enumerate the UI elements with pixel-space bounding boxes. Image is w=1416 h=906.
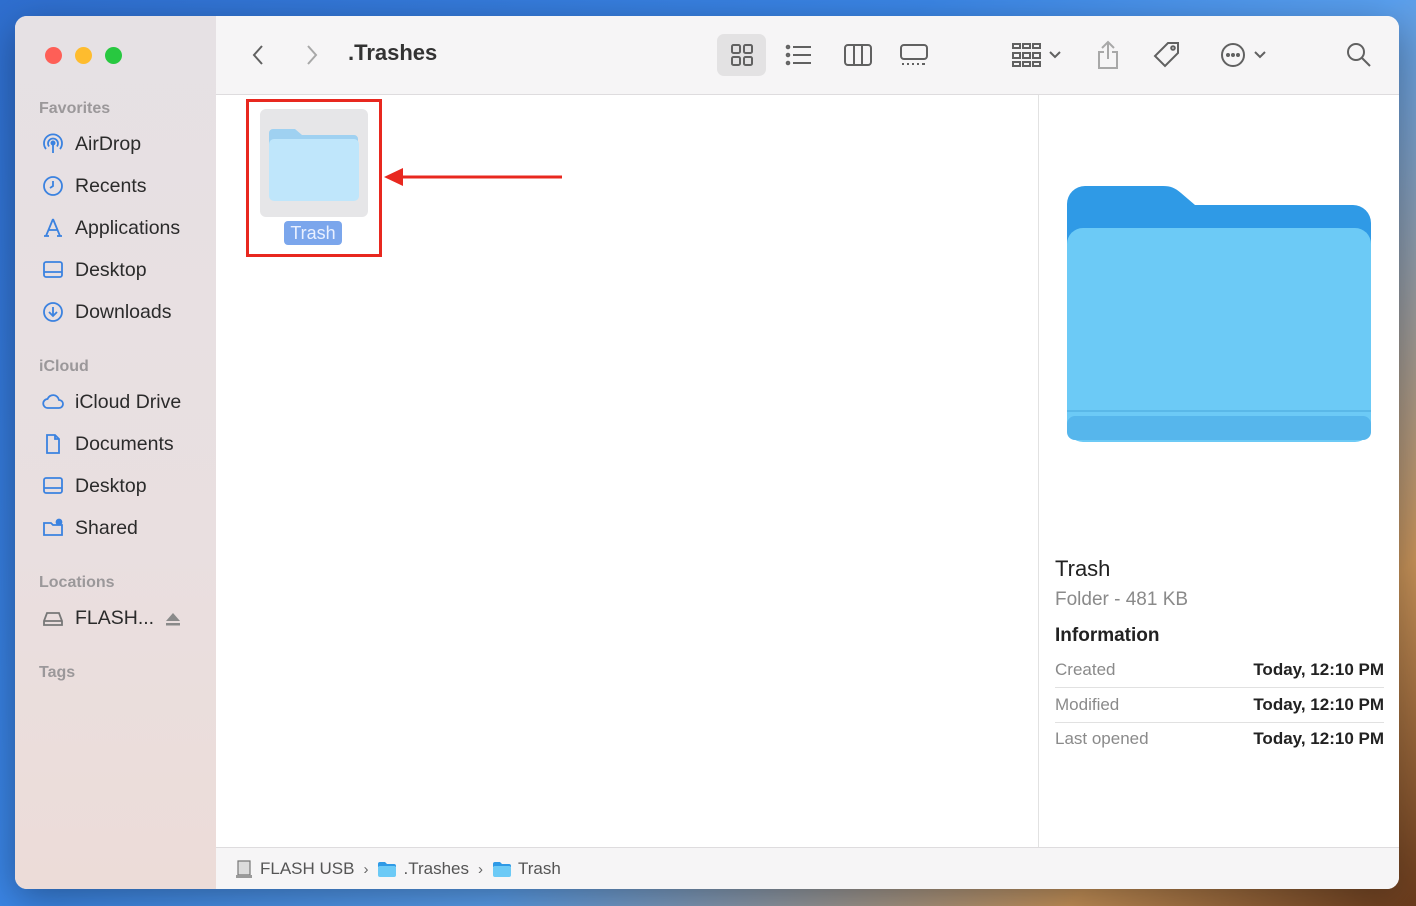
toolbar: .Trashes bbox=[216, 16, 1399, 95]
folder-preview-icon bbox=[1067, 186, 1371, 442]
grid-icon bbox=[730, 44, 753, 66]
locations-heading: Locations bbox=[39, 574, 115, 591]
desktop-icon bbox=[39, 258, 67, 282]
path-segment-flash-usb[interactable]: FLASH USB bbox=[234, 859, 354, 879]
clock-icon bbox=[39, 174, 67, 198]
preview-pane: Trash Folder - 481 KB Information Create… bbox=[1038, 95, 1399, 847]
gallery-view-button[interactable] bbox=[891, 34, 937, 76]
folder-icon bbox=[378, 862, 397, 877]
gallery-icon bbox=[900, 44, 928, 65]
desktop-icon bbox=[39, 474, 67, 498]
chevron-right-icon: › bbox=[478, 860, 483, 878]
arrow-left-icon bbox=[384, 168, 562, 186]
zoom-button[interactable] bbox=[105, 47, 122, 64]
sidebar-item-label: iCloud Drive bbox=[75, 390, 182, 413]
sidebar-item-flash-drive[interactable]: FLASH... bbox=[39, 601, 209, 635]
info-key: Created bbox=[1055, 660, 1116, 679]
sidebar: Favorites AirDrop Recents Applications D… bbox=[15, 16, 217, 889]
sidebar-item-label: Shared bbox=[75, 516, 138, 539]
information-heading: Information bbox=[1055, 625, 1160, 646]
info-row-last-opened: Last opened Today, 12:10 PM bbox=[1055, 722, 1384, 756]
sidebar-item-recents[interactable]: Recents bbox=[39, 169, 209, 203]
group-icon bbox=[1012, 43, 1041, 67]
chevron-right-icon: › bbox=[363, 860, 369, 878]
highlight-box bbox=[246, 99, 382, 257]
columns-icon bbox=[844, 44, 872, 66]
cloud-icon bbox=[39, 390, 67, 414]
download-icon bbox=[39, 300, 67, 324]
column-view-button[interactable] bbox=[835, 34, 881, 76]
list-view-button[interactable] bbox=[776, 34, 822, 76]
info-value: Today, 12:10 PM bbox=[1253, 660, 1384, 679]
minimize-button[interactable] bbox=[75, 47, 92, 64]
sidebar-item-label: Desktop bbox=[75, 474, 147, 497]
more-actions-button[interactable] bbox=[1213, 34, 1273, 76]
sidebar-item-icloud-drive[interactable]: iCloud Drive bbox=[39, 385, 209, 419]
sidebar-item-label: Desktop bbox=[75, 258, 147, 281]
group-by-button[interactable] bbox=[1006, 34, 1068, 76]
info-value: Today, 12:10 PM bbox=[1253, 695, 1384, 714]
path-bar: FLASH USB › .Trashes › Trash bbox=[216, 847, 1399, 889]
share-button[interactable] bbox=[1093, 34, 1123, 76]
eject-icon[interactable] bbox=[165, 612, 181, 626]
sidebar-item-downloads[interactable]: Downloads bbox=[39, 295, 209, 329]
sidebar-item-label: Applications bbox=[75, 216, 181, 239]
search-button[interactable] bbox=[1342, 34, 1376, 76]
path-segment-label: .Trashes bbox=[403, 859, 469, 878]
icloud-heading: iCloud bbox=[39, 358, 89, 375]
sidebar-item-label: AirDrop bbox=[75, 132, 142, 155]
preview-kind: Folder - 481 KB bbox=[1055, 589, 1189, 610]
close-button[interactable] bbox=[45, 47, 62, 64]
favorites-heading: Favorites bbox=[39, 100, 111, 117]
sidebar-item-desktop[interactable]: Desktop bbox=[39, 253, 209, 287]
document-icon bbox=[39, 432, 67, 456]
sidebar-item-shared[interactable]: Shared bbox=[39, 511, 209, 545]
applications-icon bbox=[39, 216, 67, 240]
info-key: Modified bbox=[1055, 695, 1120, 714]
airdrop-icon bbox=[39, 132, 67, 156]
icon-view-button[interactable] bbox=[717, 34, 766, 76]
sidebar-item-label: FLASH... bbox=[75, 606, 155, 629]
info-row-modified: Modified Today, 12:10 PM bbox=[1055, 688, 1384, 722]
path-segment-trashes[interactable]: .Trashes bbox=[377, 859, 469, 879]
drive-icon bbox=[39, 606, 67, 630]
info-key: Last opened bbox=[1055, 729, 1149, 748]
window-title: .Trashes bbox=[348, 40, 438, 65]
sidebar-item-applications[interactable]: Applications bbox=[39, 211, 209, 245]
forward-button[interactable] bbox=[298, 38, 326, 72]
path-segment-label: FLASH USB bbox=[260, 859, 355, 878]
search-icon bbox=[1347, 43, 1371, 67]
chevron-down-icon bbox=[1049, 51, 1061, 59]
path-segment-label: Trash bbox=[518, 859, 561, 878]
chevron-down-icon bbox=[1254, 51, 1266, 59]
sidebar-item-label: Recents bbox=[75, 174, 147, 197]
share-icon bbox=[1098, 40, 1118, 69]
sidebar-item-airdrop[interactable]: AirDrop bbox=[39, 127, 209, 161]
sidebar-item-documents[interactable]: Documents bbox=[39, 427, 209, 461]
ellipsis-icon bbox=[1221, 43, 1245, 67]
chevron-right-icon bbox=[307, 45, 318, 65]
list-icon bbox=[785, 44, 811, 66]
tags-heading: Tags bbox=[39, 664, 76, 681]
preview-name: Trash bbox=[1055, 556, 1111, 581]
tag-button[interactable] bbox=[1148, 34, 1186, 76]
sidebar-item-desktop-icloud[interactable]: Desktop bbox=[39, 469, 209, 503]
back-button[interactable] bbox=[244, 38, 272, 72]
tag-icon bbox=[1153, 42, 1179, 68]
sidebar-item-label: Documents bbox=[75, 432, 174, 455]
path-segment-trash[interactable]: Trash bbox=[492, 859, 561, 879]
folder-icon bbox=[493, 862, 511, 877]
file-browser[interactable]: Trash bbox=[216, 95, 1038, 847]
chevron-left-icon bbox=[252, 45, 263, 65]
info-row-created: Created Today, 12:10 PM bbox=[1055, 653, 1384, 687]
drive-icon bbox=[236, 860, 252, 878]
info-value: Today, 12:10 PM bbox=[1253, 729, 1384, 748]
sidebar-item-label: Downloads bbox=[75, 300, 172, 323]
finder-window: Favorites AirDrop Recents Applications D… bbox=[15, 16, 1399, 889]
shared-folder-icon bbox=[39, 516, 67, 540]
